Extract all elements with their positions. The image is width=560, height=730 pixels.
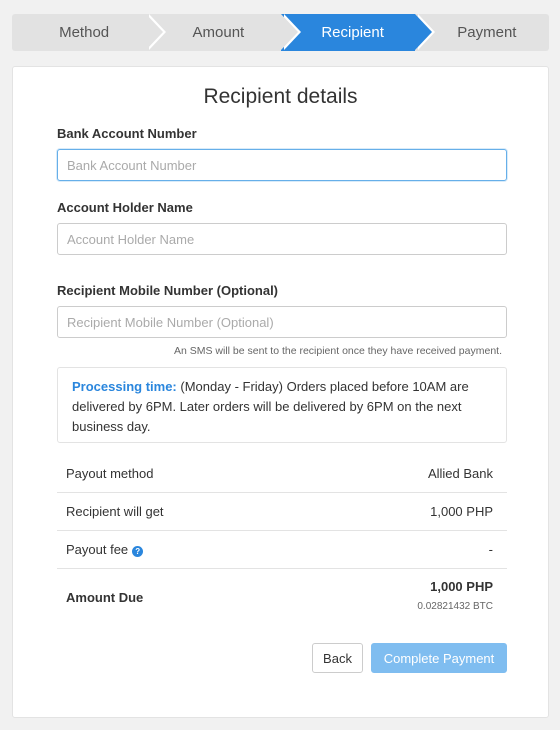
summary-row-recipient-gets: Recipient will get 1,000 PHP [57,493,507,531]
payment-summary: Payout method Allied Bank Recipient will… [57,455,507,629]
mobile-input[interactable] [57,306,507,338]
bank-account-label: Bank Account Number [57,126,197,141]
processing-time-heading: Processing time: [72,379,177,394]
help-icon[interactable]: ? [132,546,144,557]
amount-due-btc: 0.02821432 BTC [417,601,493,612]
recipient-card: Recipient details Bank Account Number Ac… [12,66,549,718]
step-payment-label: Payment [457,24,517,41]
step-payment[interactable]: Payment [414,14,549,51]
bank-account-input[interactable] [57,149,507,181]
recipient-gets-value: 1,000 PHP [430,504,493,519]
step-amount-label: Amount [192,24,245,41]
summary-row-payout-fee: Payout fee? - [57,531,507,569]
step-recipient[interactable]: Recipient [280,14,435,51]
recipient-gets-label: Recipient will get [66,504,164,519]
mobile-label: Recipient Mobile Number (Optional) [57,283,279,298]
step-method-label: Method [59,24,110,41]
mobile-helper-text: An SMS will be sent to the recipient onc… [173,345,502,357]
holder-name-label: Account Holder Name [57,200,193,215]
holder-name-input[interactable] [57,223,507,255]
back-button[interactable]: Back [312,643,363,673]
summary-row-amount-due: Amount Due 1,000 PHP 0.02821432 BTC [57,569,507,629]
payout-fee-value: - [488,542,493,557]
processing-time-box: Processing time: (Monday - Friday) Order… [57,367,507,443]
step-amount[interactable]: Amount [146,14,301,51]
page-title: Recipient details [203,85,358,108]
step-recipient-label: Recipient [321,24,384,41]
payout-method-value: Allied Bank [427,466,493,481]
amount-due-label: Amount Due [66,590,144,605]
complete-payment-button[interactable]: Complete Payment [371,643,507,673]
amount-due-value: 1,000 PHP [430,579,493,594]
step-method[interactable]: Method [12,14,167,51]
stepper: Method Amount Recipient Payment [12,14,549,51]
payout-method-label: Payout method [66,466,154,481]
payout-fee-label: Payout fee [66,542,129,557]
summary-row-payout-method: Payout method Allied Bank [57,455,507,493]
